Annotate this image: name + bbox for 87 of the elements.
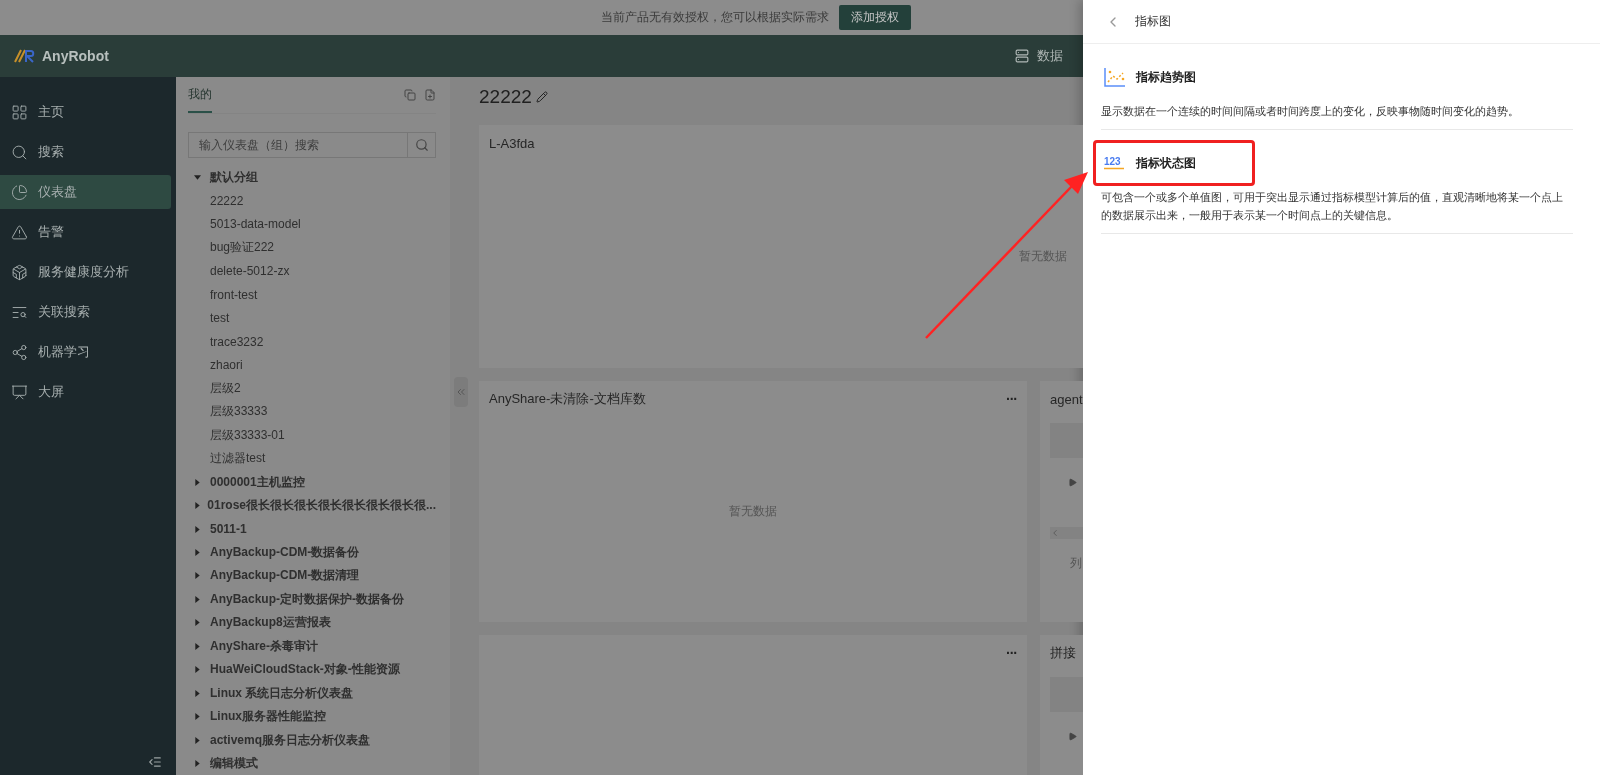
collapse-panel-button[interactable] [454, 377, 468, 407]
edit-icon[interactable] [535, 91, 548, 103]
caret-icon [194, 713, 201, 721]
tree-item[interactable]: 过滤器test [188, 447, 436, 471]
nav-item[interactable]: 搜索 [0, 135, 171, 169]
caret-icon [194, 619, 201, 627]
tree-group[interactable]: Linux服务器性能监控 [188, 704, 436, 729]
option-description: 显示数据在一个连续的时间间隔或者时间跨度上的变化，反映事物随时间变化的趋势。 [1101, 104, 1520, 119]
header-menu-item[interactable]: 数据 [1037, 47, 1063, 65]
drawer-title: 指标图 [1135, 13, 1171, 30]
tree-item[interactable]: bug验证222 [188, 236, 436, 260]
caret-icon [194, 642, 201, 650]
add-license-button[interactable]: 添加授权 [839, 5, 911, 30]
double-chevron-icon [455, 386, 467, 398]
tree-group[interactable]: 默认分组 [188, 165, 436, 190]
caret-icon [194, 689, 201, 697]
search-field[interactable]: 输入仪表盘（组）搜索 [188, 131, 408, 158]
line-chart-icon [1104, 67, 1126, 87]
logo-text: AnyRobot [42, 48, 109, 64]
license-text: 当前产品无有效授权，您可以根据实际需求 [601, 9, 829, 26]
nav-item[interactable]: 机器学习 [0, 335, 171, 369]
tree-item[interactable]: 层级33333 [188, 400, 436, 424]
nav-item[interactable]: 服务健康度分析 [0, 255, 171, 289]
nav-item[interactable]: 主页 [0, 95, 171, 129]
tree-item[interactable]: 层级2 [188, 376, 436, 401]
tree-group[interactable]: AnyBackup8运营报表 [188, 611, 436, 635]
tree-group[interactable]: AnyBackup-CDM-数据清理 [188, 564, 436, 588]
card-title: agent [1050, 391, 1083, 407]
nav-item[interactable]: 告警 [0, 215, 171, 249]
tree-item[interactable]: front-test [188, 283, 436, 307]
tab[interactable]: 我的 [188, 85, 212, 113]
search-button[interactable] [408, 131, 436, 158]
nav-icon [11, 263, 28, 281]
caret-icon [194, 736, 201, 744]
chart-type-option[interactable]: 指标趋势图 [1093, 54, 1255, 100]
tree-group[interactable]: activemq服务日志分析仪表盘 [188, 728, 436, 752]
option-description: 可包含一个或多个单值图，可用于突出显示通过指标模型计算后的值，直观清晰地将某一个点上的数据展示出来，一般用于表示某一个时间点上的关键信息。 [1101, 190, 1564, 223]
chevron-left-icon [1050, 528, 1060, 538]
tree-group[interactable]: AnyBackup-定时数据保护-数据备份 [188, 587, 436, 612]
nav-icon [11, 383, 28, 401]
play-icon [1068, 478, 1077, 487]
nav-icon [11, 343, 28, 361]
tree-group[interactable]: 5011-1 [188, 517, 436, 541]
caret-icon [194, 502, 201, 510]
server-icon [1015, 49, 1029, 63]
caret-icon [194, 174, 201, 182]
card-title: AnyShare-未清除-文档库数 [489, 390, 646, 408]
card-title: L-A3fda [489, 135, 535, 151]
chart-type-option[interactable]: 123 指标状态图 [1093, 140, 1255, 186]
tree-item[interactable]: zhaori [188, 353, 436, 377]
tree-group[interactable]: HuaWeiCloudStack-对象-性能资源 [188, 658, 436, 682]
play-icon [1068, 732, 1077, 741]
caret-icon [194, 759, 201, 767]
tree-group[interactable]: 01rose很长很长很长很长很长很长很长很... [188, 493, 436, 518]
tree-item[interactable]: test [188, 306, 436, 330]
caret-icon [194, 595, 201, 603]
search-icon [414, 137, 429, 152]
tree-item[interactable]: trace3232 [188, 329, 436, 354]
tree-item[interactable]: 22222 [188, 189, 436, 213]
tree-group[interactable]: 0000001主机监控 [188, 470, 436, 494]
card-title: 拼接 [1050, 644, 1076, 662]
dashboard-title: 22222 [479, 86, 532, 108]
tree-item[interactable]: delete-5012-zx [188, 259, 436, 283]
nav-item[interactable]: 关联搜索 [0, 295, 171, 329]
caret-icon [194, 525, 201, 533]
tree-item[interactable]: 5013-data-model [188, 212, 436, 237]
caret-icon [194, 572, 201, 580]
collapse-menu-icon[interactable] [148, 755, 162, 769]
nav-item[interactable]: 仪表盘 [0, 175, 171, 209]
tree-item[interactable]: 层级33333-01 [188, 423, 436, 448]
nav-icon [11, 103, 28, 121]
nav-icon [11, 143, 28, 161]
nav-item[interactable]: 大屏 [0, 375, 171, 409]
copy-icon[interactable] [404, 88, 416, 101]
caret-icon [194, 478, 201, 486]
tree-group[interactable]: AnyShare-杀毒审计 [188, 634, 436, 658]
logo-icon [14, 49, 36, 63]
add-file-icon[interactable] [424, 88, 436, 101]
more-menu[interactable]: ··· [1006, 391, 1017, 407]
nav-icon [11, 183, 28, 201]
caret-icon [194, 549, 201, 557]
more-menu[interactable]: ··· [1006, 645, 1017, 661]
tree-group[interactable]: Linux 系统日志分析仪表盘 [188, 681, 436, 705]
tree-group[interactable]: 编辑模式 [188, 751, 436, 775]
nav-icon [11, 223, 28, 241]
caret-icon [194, 666, 201, 674]
tree-group[interactable]: AnyBackup-CDM-数据备份 [188, 540, 436, 565]
